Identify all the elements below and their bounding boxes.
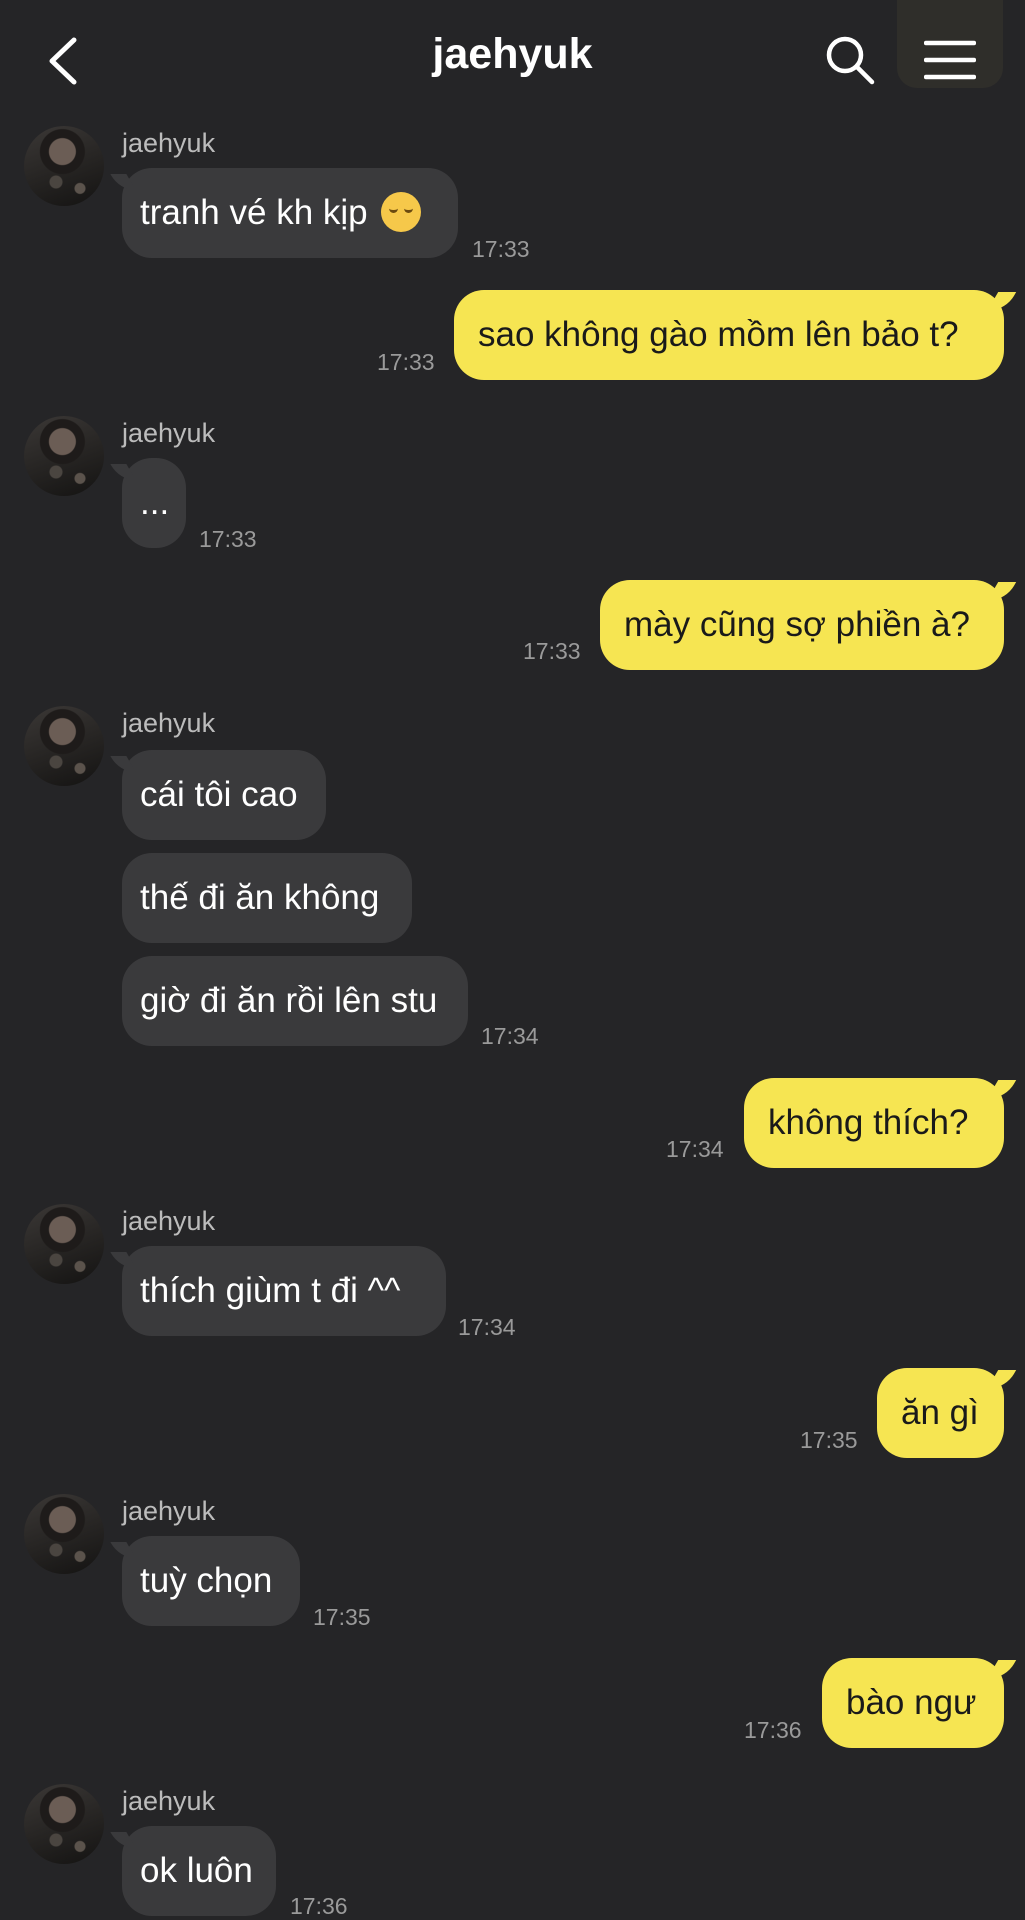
message-text: tuỳ chọn xyxy=(140,1561,273,1600)
outgoing-message[interactable]: ăn gì xyxy=(877,1368,1004,1458)
avatar[interactable] xyxy=(24,1494,104,1574)
avatar[interactable] xyxy=(24,706,104,786)
message-text: bào ngư xyxy=(846,1683,977,1722)
message-text: ok luôn xyxy=(140,1851,253,1890)
incoming-message[interactable]: ... xyxy=(122,458,186,548)
message-text: tranh vé kh kịp xyxy=(140,193,368,232)
message-text: cái tôi cao xyxy=(140,775,298,814)
sender-name: jaehyuk xyxy=(122,418,216,448)
message-time: 17:33 xyxy=(377,349,435,375)
message-time: 17:34 xyxy=(666,1136,724,1162)
message-time: 17:36 xyxy=(290,1893,348,1919)
search-icon[interactable] xyxy=(824,34,876,86)
chat-header: jaehyuk xyxy=(0,0,1025,120)
avatar[interactable] xyxy=(24,126,104,206)
menu-icon xyxy=(924,40,976,80)
incoming-message[interactable]: giờ đi ăn rồi lên stu xyxy=(122,956,468,1046)
menu-button[interactable] xyxy=(897,0,1003,88)
avatar[interactable] xyxy=(24,1784,104,1864)
outgoing-message[interactable]: không thích? xyxy=(744,1078,1004,1168)
message-text: thích giùm t đi ^^ xyxy=(140,1271,401,1310)
message-time: 17:33 xyxy=(523,638,581,664)
message-text: thế đi ăn không xyxy=(140,878,380,917)
message-text: ... xyxy=(140,483,170,522)
avatar[interactable] xyxy=(24,1204,104,1284)
sender-name: jaehyuk xyxy=(122,1786,216,1816)
message-time: 17:34 xyxy=(458,1314,516,1340)
sender-name: jaehyuk xyxy=(122,1206,216,1236)
pensive-face-emoji-icon xyxy=(381,191,422,232)
message-text: ăn gì xyxy=(901,1393,979,1432)
avatar[interactable] xyxy=(24,416,104,496)
message-time: 17:35 xyxy=(800,1427,858,1453)
message-text: mày cũng sợ phiền à? xyxy=(624,605,970,644)
outgoing-message[interactable]: sao không gào mồm lên bảo t? xyxy=(454,290,1004,380)
outgoing-message[interactable]: mày cũng sợ phiền à? xyxy=(600,580,1004,670)
message-time: 17:33 xyxy=(472,236,530,262)
message-text: giờ đi ăn rồi lên stu xyxy=(140,981,438,1020)
message-time: 17:35 xyxy=(313,1604,371,1630)
message-time: 17:34 xyxy=(481,1023,539,1049)
message-time: 17:33 xyxy=(199,526,257,552)
incoming-message[interactable]: tranh vé kh kịp xyxy=(122,168,458,258)
message-time: 17:36 xyxy=(744,1717,802,1743)
sender-name: jaehyuk xyxy=(122,708,216,738)
incoming-message[interactable]: thế đi ăn không xyxy=(122,853,412,943)
outgoing-message[interactable]: bào ngư xyxy=(822,1658,1004,1748)
sender-name: jaehyuk xyxy=(122,128,216,158)
incoming-message[interactable]: cái tôi cao xyxy=(122,750,326,840)
message-text: không thích? xyxy=(768,1103,969,1142)
message-text: sao không gào mồm lên bảo t? xyxy=(478,315,959,354)
incoming-message[interactable]: ok luôn xyxy=(122,1826,276,1916)
incoming-message[interactable]: tuỳ chọn xyxy=(122,1536,300,1626)
incoming-message[interactable]: thích giùm t đi ^^ xyxy=(122,1246,446,1336)
sender-name: jaehyuk xyxy=(122,1496,216,1526)
